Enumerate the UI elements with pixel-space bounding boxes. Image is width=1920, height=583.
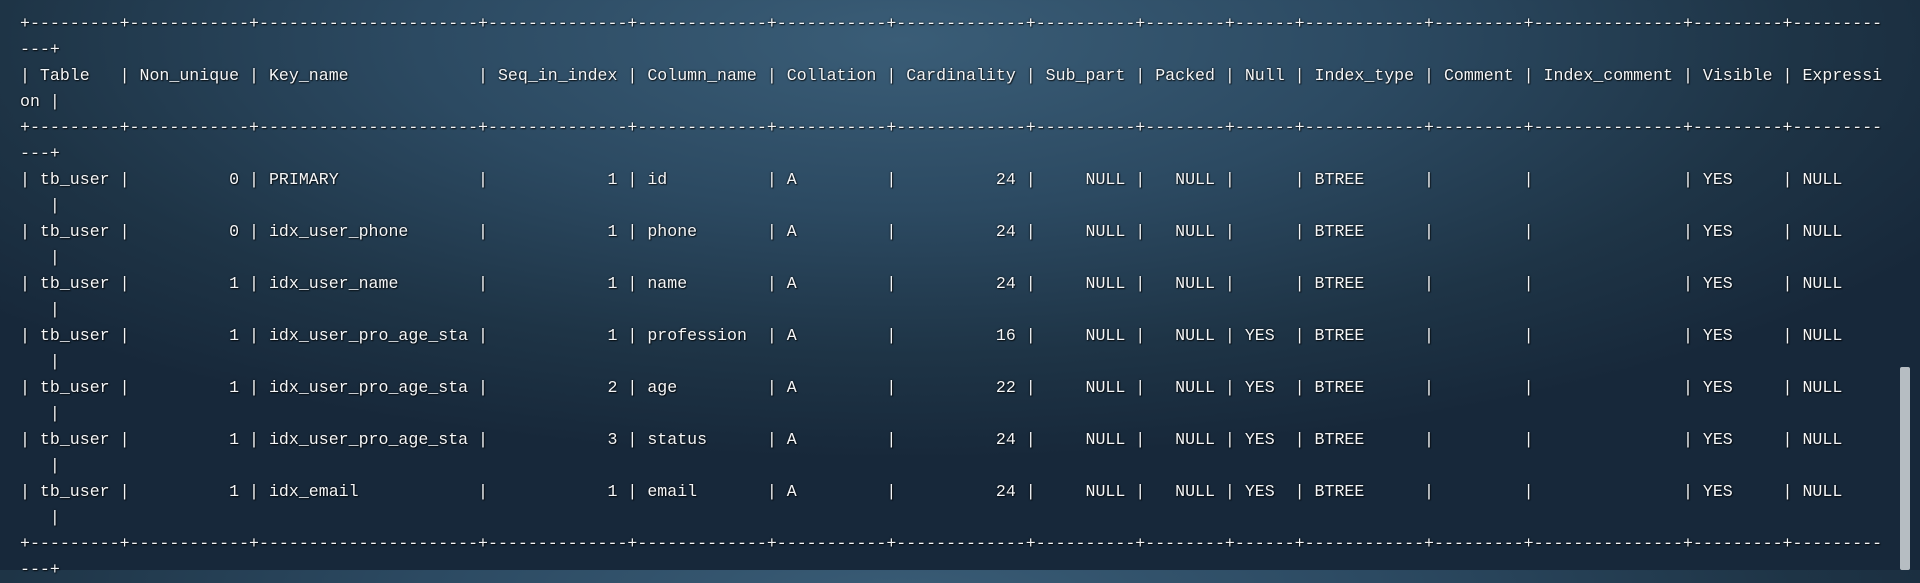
table-row: | xyxy=(20,404,60,423)
table-header-row: | Table | Non_unique | Key_name | Seq_in… xyxy=(20,66,1883,85)
table-row: | xyxy=(20,300,60,319)
table-row: | xyxy=(20,196,60,215)
table-row: | tb_user | 1 | idx_user_pro_age_sta | 3… xyxy=(20,430,1883,449)
table-row: | xyxy=(20,248,60,267)
table-row: | tb_user | 0 | PRIMARY | 1 | id | A | 2… xyxy=(20,170,1883,189)
table-row: | tb_user | 1 | idx_email | 1 | email | … xyxy=(20,482,1883,501)
table-row: | tb_user | 1 | idx_user_name | 1 | name… xyxy=(20,274,1883,293)
table-row: | xyxy=(20,456,60,475)
terminal-output: +---------+------------+----------------… xyxy=(20,11,1882,583)
vertical-scrollbar[interactable] xyxy=(1900,367,1910,570)
table-row: | xyxy=(20,508,60,527)
table-border: +---------+------------+----------------… xyxy=(20,534,1883,553)
table-border: +---------+------------+----------------… xyxy=(20,118,1883,137)
table-row: | tb_user | 0 | idx_user_phone | 1 | pho… xyxy=(20,222,1883,241)
table-border: ---+ xyxy=(20,560,60,579)
table-border: ---+ xyxy=(20,40,60,59)
table-border: +---------+------------+----------------… xyxy=(20,14,1883,33)
table-header-row: on | xyxy=(20,92,60,111)
table-row: | tb_user | 1 | idx_user_pro_age_sta | 1… xyxy=(20,326,1883,345)
table-row: | tb_user | 1 | idx_user_pro_age_sta | 2… xyxy=(20,378,1883,397)
table-border: ---+ xyxy=(20,144,60,163)
table-row: | xyxy=(20,352,60,371)
